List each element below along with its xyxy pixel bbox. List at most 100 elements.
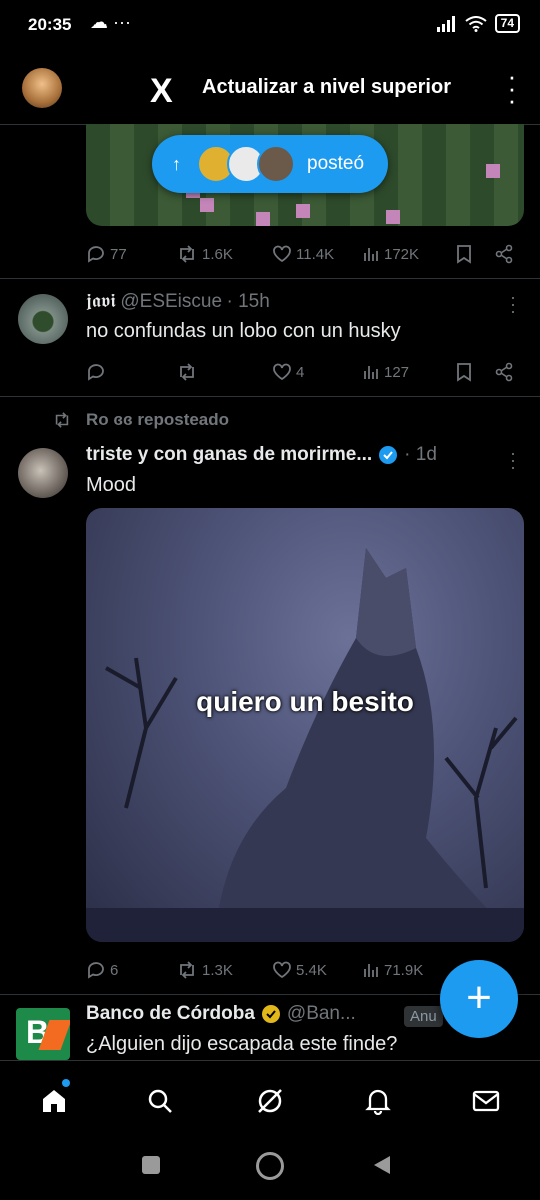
- tweet-actions: 4 127: [86, 358, 516, 386]
- status-time: 20:35: [28, 15, 72, 34]
- more-vertical-icon[interactable]: · · ·: [506, 63, 518, 113]
- tweet-header: triste y con ganas de morirme... · 1d: [86, 444, 437, 466]
- advertiser-logo[interactable]: B: [16, 1008, 70, 1060]
- verified-badge-icon: [379, 446, 398, 464]
- reply-icon: [88, 364, 104, 381]
- author-name[interactable]: Banco de Córdoba: [86, 1003, 255, 1025]
- tweet-avatar[interactable]: [18, 294, 68, 344]
- divider: [0, 396, 540, 397]
- repost-icon: [180, 961, 194, 979]
- more-icon[interactable]: · · ·: [510, 288, 516, 320]
- pill-avatar: [257, 145, 295, 183]
- like-count: 4: [296, 363, 305, 381]
- home-system-button[interactable]: [256, 1152, 284, 1180]
- status-right: 74: [436, 14, 520, 33]
- ad-label: Anu: [404, 1006, 443, 1027]
- views-count: 127: [384, 363, 410, 381]
- author-handle[interactable]: @Ban...: [287, 1003, 356, 1025]
- heart-icon: [273, 245, 291, 263]
- tweet-header: 𝖏𝖆𝖛𝖎 @ESEiscue · 15h: [86, 290, 270, 313]
- tweet-text: no confundas un lobo con un husky: [86, 320, 401, 342]
- like-button[interactable]: 4: [272, 362, 304, 382]
- author-handle[interactable]: @ESEiscue: [120, 291, 222, 312]
- tweet-header: Banco de Córdoba @Ban...: [86, 1003, 356, 1025]
- pill-label: posteó: [307, 153, 365, 174]
- views-icon: [364, 248, 378, 261]
- system-nav-bar: [0, 1136, 540, 1200]
- search-icon: [148, 1089, 172, 1113]
- reply-count: 6: [110, 961, 119, 979]
- mail-icon: [472, 1090, 500, 1112]
- nav-home[interactable]: [34, 1079, 74, 1121]
- status-bar: 20:35 ☁ ··· 74: [0, 0, 540, 52]
- like-button[interactable]: 11.4K: [272, 244, 334, 264]
- nav-grok[interactable]: [250, 1081, 290, 1121]
- repost-count: 1.6K: [202, 245, 233, 263]
- profile-avatar[interactable]: [22, 68, 62, 108]
- tweet-text: Mood: [86, 474, 137, 496]
- tweet-text: ¿Alguien dijo escapada este finde?: [86, 1033, 398, 1055]
- reply-icon: [88, 246, 104, 263]
- top-header: X Actualizar a nivel superior · · ·: [0, 52, 540, 125]
- status-extras: ☁ ···: [90, 12, 131, 32]
- home-icon: [43, 1090, 65, 1112]
- bottom-nav: [0, 1060, 540, 1137]
- repost-indicator[interactable]: Ro ɞɞ reposteado: [52, 410, 229, 430]
- signal-icon: [436, 15, 455, 32]
- repost-label: Ro ɞɞ reposteado: [86, 410, 230, 429]
- x-logo-icon: X: [150, 72, 173, 110]
- author-name[interactable]: 𝖏𝖆𝖛𝖎: [86, 290, 116, 312]
- share-button[interactable]: [494, 362, 514, 382]
- like-count: 5.4K: [296, 961, 327, 979]
- author-name[interactable]: triste y con ganas de morirme...: [86, 444, 372, 466]
- bookmark-button[interactable]: [456, 244, 472, 264]
- repost-button[interactable]: 1.6K: [176, 244, 233, 264]
- more-icon[interactable]: · · ·: [510, 444, 516, 476]
- reply-button[interactable]: [86, 362, 110, 382]
- tweet-time: · 1d: [404, 444, 437, 465]
- views-button[interactable]: 71.9K: [362, 961, 423, 979]
- compose-button[interactable]: +: [440, 960, 518, 1038]
- nav-search[interactable]: [140, 1081, 180, 1121]
- like-count: 11.4K: [296, 245, 335, 263]
- recents-button[interactable]: [142, 1156, 160, 1174]
- like-button[interactable]: 5.4K: [272, 960, 327, 980]
- views-icon: [364, 366, 378, 379]
- bookmark-icon: [457, 363, 471, 382]
- back-system-button[interactable]: [372, 1154, 392, 1176]
- reply-button[interactable]: 77: [86, 244, 127, 264]
- views-icon: [364, 964, 378, 977]
- image-caption: quiero un besito: [196, 686, 414, 717]
- share-icon: [495, 362, 513, 382]
- verified-gold-badge-icon: [261, 1005, 280, 1023]
- share-icon: [495, 244, 513, 264]
- repost-icon: [55, 412, 69, 428]
- nav-messages[interactable]: [466, 1081, 506, 1121]
- share-button[interactable]: [494, 244, 514, 264]
- tweet-image[interactable]: quiero un besito: [86, 508, 524, 942]
- tweet-avatar[interactable]: [18, 448, 68, 498]
- reply-button[interactable]: 6: [86, 960, 118, 980]
- notification-dot: [62, 1079, 70, 1087]
- views-count: 172K: [384, 245, 420, 263]
- new-posts-pill[interactable]: ↑ posteó: [152, 135, 388, 193]
- bookmark-icon: [457, 245, 471, 264]
- repost-button[interactable]: 1.3K: [176, 960, 233, 980]
- grok-icon: [258, 1089, 282, 1113]
- repost-count: 1.3K: [202, 961, 233, 979]
- repost-icon: [180, 245, 194, 263]
- bookmark-button[interactable]: [456, 362, 472, 382]
- battery-level: 74: [494, 14, 520, 33]
- nav-notifications[interactable]: [358, 1081, 398, 1121]
- views-button[interactable]: 172K: [362, 245, 419, 263]
- wifi-icon: [465, 15, 487, 32]
- bell-icon: [365, 1089, 391, 1115]
- arrow-up-icon: ↑: [172, 153, 181, 174]
- upgrade-link[interactable]: Actualizar a nivel superior: [202, 76, 451, 99]
- reply-count: 77: [110, 245, 127, 263]
- views-button[interactable]: 127: [362, 363, 409, 381]
- heart-icon: [273, 363, 291, 381]
- heart-icon: [273, 961, 291, 979]
- tweet-time: · 15h: [226, 291, 270, 312]
- repost-button[interactable]: [176, 362, 202, 382]
